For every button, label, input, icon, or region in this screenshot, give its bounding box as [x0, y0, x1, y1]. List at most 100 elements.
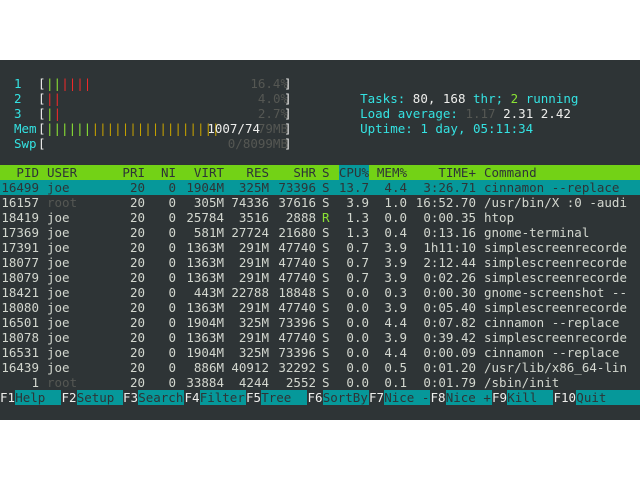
column-header-command[interactable]: Command: [484, 165, 537, 180]
cell-time: 1h11:10: [423, 240, 476, 255]
fkey-f5-label[interactable]: Tree: [261, 390, 308, 405]
column-header-pid[interactable]: PID: [16, 165, 39, 180]
cell-user: joe: [47, 360, 70, 375]
cpu-meter-2-bracket-open: [: [38, 91, 46, 106]
column-header-time[interactable]: TIME+: [438, 165, 476, 180]
cpu-meter-2-bracket-close: ]: [284, 91, 292, 106]
cell-pri: 20: [129, 210, 145, 225]
cpu-meter-3-bracket-open: [: [38, 106, 46, 121]
cell-ni: 0: [168, 315, 176, 330]
column-header-user[interactable]: USER: [47, 165, 77, 180]
cell-pid: 18078: [1, 330, 39, 345]
function-key-bar: F1 Help F2 Setup F3 Search F4 Filter F5 Tree F6 Sor…: [0, 390, 640, 405]
cell-user: root: [47, 195, 78, 210]
table-row[interactable]: 16531 joe 20 0 1904M 325M 73396 S 0.0 4.4 0:00.09 c…: [0, 345, 640, 360]
cell-pri: 20: [129, 285, 145, 300]
cell-pri: 20: [129, 330, 145, 345]
table-row[interactable]: 16439 joe 20 0 886M 40912 32292 S 0.0 0.5 0:01.20 /…: [0, 360, 640, 375]
cell-s: S: [322, 255, 330, 270]
fkey-f6[interactable]: F6: [308, 390, 323, 405]
fkey-f7-label[interactable]: Nice -: [384, 390, 431, 405]
table-row[interactable]: 16501 joe 20 0 1904M 325M 73396 S 0.0 4.4 0:07.82 c…: [0, 315, 640, 330]
cell-shr: 47740: [278, 300, 316, 315]
table-row[interactable]: 18077 joe 20 0 1363M 291M 47740 S 0.7 3.9 2:12.44 s…: [0, 255, 640, 270]
column-header-shr[interactable]: SHR: [293, 165, 316, 180]
cell-res: 40912: [231, 360, 269, 375]
cell-cpu: 1.3: [346, 225, 369, 240]
cell-ni: 0: [168, 210, 176, 225]
fkey-f10-label[interactable]: Quit: [576, 390, 640, 405]
cell-s: S: [322, 360, 330, 375]
fkey-f1[interactable]: F1: [0, 390, 15, 405]
table-row[interactable]: 1 root 20 0 33884 4244 2552 S 0.0 0.1 0:01.79/sbin…: [0, 375, 640, 390]
cell-shr: 47740: [278, 270, 316, 285]
cell-pid: 18079: [1, 270, 39, 285]
table-row[interactable]: 18421 joe 20 0 443M 22788 18848 S 0.0 0.3 0:00.30 g…: [0, 285, 640, 300]
cell-pri: 20: [129, 225, 145, 240]
column-header-pri[interactable]: PRI: [122, 165, 145, 180]
cell-ni: 0: [168, 255, 176, 270]
column-header-virt[interactable]: VIRT: [194, 165, 224, 180]
cpu-meter-1-value: 16.4%: [250, 76, 288, 91]
cell-virt: 1904M: [186, 345, 224, 360]
column-header-mem[interactable]: MEM%: [377, 165, 407, 180]
cell-res: 291M: [238, 255, 269, 270]
cell-shr: 47740: [278, 255, 316, 270]
memory-meter-bracket-close: ]: [284, 121, 292, 136]
table-row[interactable]: 18419 joe 20 0 25784 3516 2888 R 1.3 0.0 0:00.35 ht…: [0, 210, 640, 225]
table-row[interactable]: 17369 joe 20 0 581M 27724 21680 S 1.3 0.4 0:13.16 g…: [0, 225, 640, 240]
fkey-f6-label[interactable]: SortBy: [322, 390, 369, 405]
cell-time: 0:05.40: [423, 300, 476, 315]
cell-res: 325M: [238, 180, 269, 195]
cell-ni: 0: [168, 180, 176, 195]
fkey-f9[interactable]: F9: [492, 390, 507, 405]
cell-time: 0:01.20: [423, 360, 476, 375]
cell-user: joe: [47, 255, 70, 270]
cell-shr: 47740: [278, 330, 316, 345]
cell-res: 291M: [238, 270, 269, 285]
table-row[interactable]: 17391 joe 20 0 1363M 291M 47740 S 0.7 3.9 1h11:10 s…: [0, 240, 640, 255]
column-header-res[interactable]: RES: [246, 165, 269, 180]
fkey-f3-label[interactable]: Search: [138, 390, 185, 405]
cell-shr: 73396: [278, 315, 316, 330]
cell-pri: 20: [129, 240, 145, 255]
table-row[interactable]: 18078 joe 20 0 1363M 291M 47740 S 0.0 3.9 0:39.42 s…: [0, 330, 640, 345]
table-row[interactable]: 18080 joe 20 0 1363M 291M 47740 S 0.0 3.9 0:05.40 s…: [0, 300, 640, 315]
cell-res: 325M: [238, 345, 269, 360]
cell-time: 3:26.71: [423, 180, 476, 195]
table-row-selected[interactable]: 16499 joe 20 0 1904M 325M 73396 S 13.7 4.4 3:26.71…: [0, 180, 640, 195]
cell-s: S: [322, 330, 330, 345]
fkey-f7[interactable]: F7: [369, 390, 384, 405]
cpu-meter-1-label: 1: [14, 76, 22, 91]
cell-user: joe: [47, 270, 70, 285]
fkey-f9-label[interactable]: Kill: [507, 390, 554, 405]
fkey-f10[interactable]: F10: [554, 390, 577, 405]
fkey-f8-label[interactable]: Nice +: [445, 390, 492, 405]
process-table-header[interactable]: PID USER PRI NI VIRT RES SHR S CPU% MEM% TIME+ Comm…: [0, 165, 640, 180]
cell-user: root: [47, 375, 78, 390]
table-row[interactable]: 16157 root 20 0 305M 74336 37616 S 3.9 1.0 16:52.7…: [0, 195, 640, 210]
fkey-f4-label[interactable]: Filter: [199, 390, 246, 405]
fkey-f8[interactable]: F8: [431, 390, 446, 405]
cpu-meter-3-label: 3: [14, 106, 22, 121]
column-header-s[interactable]: S: [322, 165, 330, 180]
terminal-window[interactable]: 1[|| |||| 16.4%] 2[|| 4.0%] 3[| | 2.7%] Mem[||||…: [0, 60, 640, 420]
fkey-f5[interactable]: F5: [246, 390, 261, 405]
fkey-f3[interactable]: F3: [123, 390, 138, 405]
cell-ni: 0: [168, 225, 176, 240]
cell-res: 4244: [238, 375, 269, 390]
cell-pri: 20: [129, 180, 145, 195]
cell-ni: 0: [168, 345, 176, 360]
fkey-f4[interactable]: F4: [185, 390, 200, 405]
cell-pid: 16157: [1, 195, 39, 210]
table-row[interactable]: 18079 joe 20 0 1363M 291M 47740 S 0.7 3.9 0:02.26 s…: [0, 270, 640, 285]
cell-cmd: /sbin/init: [484, 375, 560, 390]
fkey-f2[interactable]: F2: [62, 390, 77, 405]
load-average: Load average: 1.17 2.31 2.42: [360, 106, 571, 121]
column-header-ni[interactable]: NI: [161, 165, 176, 180]
column-header-cpu[interactable]: CPU%: [338, 165, 369, 180]
cell-time: 2:12.44: [423, 255, 476, 270]
fkey-f1-label[interactable]: Help: [15, 390, 62, 405]
cell-pid: 1: [31, 375, 39, 390]
fkey-f2-label[interactable]: Setup: [76, 390, 123, 405]
